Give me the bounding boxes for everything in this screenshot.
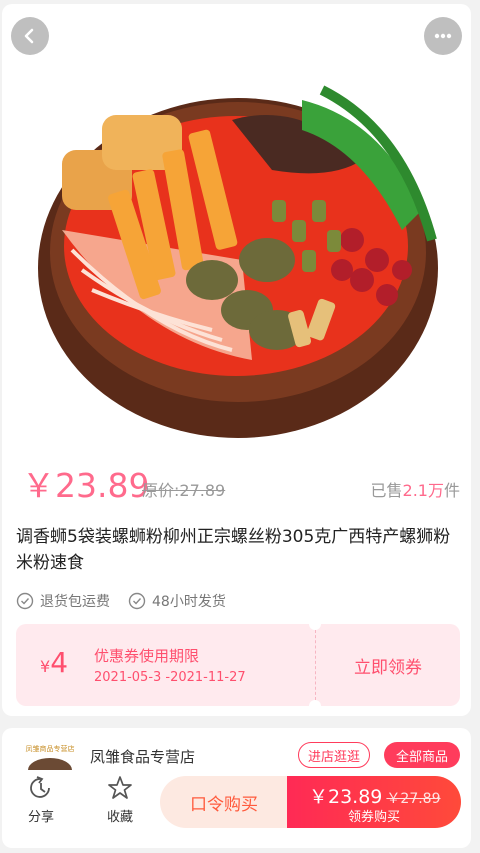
buy-old-price: ￥27.89 — [386, 791, 441, 807]
tag-48h-shipping: 48小时发货 — [128, 591, 226, 611]
sold-prefix: 已售 — [370, 481, 403, 500]
share-button[interactable]: 分享 — [11, 774, 71, 825]
command-buy-button[interactable]: 口令购买 — [160, 776, 288, 828]
current-price: ￥23.89 — [22, 466, 150, 505]
coupon-value: 4 — [50, 646, 69, 679]
star-icon — [108, 776, 132, 799]
coupon-currency: ¥ — [40, 657, 51, 676]
sold-number: 2.1万 — [402, 481, 444, 500]
back-button[interactable] — [11, 17, 49, 55]
enter-store-button[interactable]: 进店逛逛 — [298, 742, 370, 768]
claim-coupon-button[interactable]: 立即领券 — [316, 624, 460, 706]
more-dots-icon — [434, 33, 452, 39]
more-button[interactable] — [424, 17, 462, 55]
product-image — [38, 85, 438, 438]
sold-count: 已售2.1万件 — [371, 477, 460, 501]
share-label: 分享 — [27, 810, 54, 825]
sold-suffix: 件 — [443, 481, 460, 500]
buy-price: ￥23.89 — [309, 786, 383, 808]
favorite-label: 收藏 — [106, 810, 133, 825]
buy-label: 领券购买 — [347, 810, 400, 825]
coupon-label: 优惠券使用期限 — [94, 647, 200, 665]
original-price: 原价:27.89 — [142, 481, 226, 500]
check-circle-icon — [128, 592, 146, 610]
all-products-button[interactable]: 全部商品 — [384, 742, 460, 768]
coupon-info: 优惠券使用期限 2021-05-3 -2021-11-27 — [94, 646, 246, 688]
product-title: 调香蛳5袋装螺蛳粉柳州正宗螺丝粉305克广西特产螺狮粉米粉速食 — [16, 527, 451, 573]
favorite-button[interactable]: 收藏 — [90, 774, 150, 825]
svg-text:凤雏商品专营店: 凤雏商品专营店 — [26, 744, 75, 753]
tag-label: 48小时发货 — [152, 594, 226, 610]
coupon-buy-button[interactable]: ￥23.89 ￥27.89 领券购买 — [287, 776, 461, 828]
price-row: ￥23.89 原价:27.89 已售2.1万件 — [22, 466, 462, 506]
tag-label: 退货包运费 — [40, 594, 110, 610]
bottom-action-bar: 分享 收藏 口令购买 ￥23.89 ￥27.89 领券购买 — [2, 770, 471, 838]
check-circle-icon — [16, 592, 34, 610]
buy-price-line: ￥23.89 ￥27.89 — [309, 782, 441, 809]
product-card: ￥23.89 原价:27.89 已售2.1万件 调香蛳5袋装螺蛳粉柳州正宗螺丝粉… — [2, 4, 471, 716]
coupon-amount: ¥4 — [40, 646, 68, 679]
tag-free-return: 退货包运费 — [16, 591, 110, 611]
back-arrow-icon — [24, 28, 34, 44]
service-tags: 退货包运费 48小时发货 — [16, 590, 244, 612]
coupon-card: ¥4 优惠券使用期限 2021-05-3 -2021-11-27 立即领券 — [16, 618, 460, 712]
store-logo: 凤雏商品专营店 — [20, 740, 80, 770]
store-name: 凤雏食品专营店 — [90, 748, 196, 766]
share-icon — [30, 776, 50, 798]
coupon-period: 2021-05-3 -2021-11-27 — [94, 670, 246, 685]
